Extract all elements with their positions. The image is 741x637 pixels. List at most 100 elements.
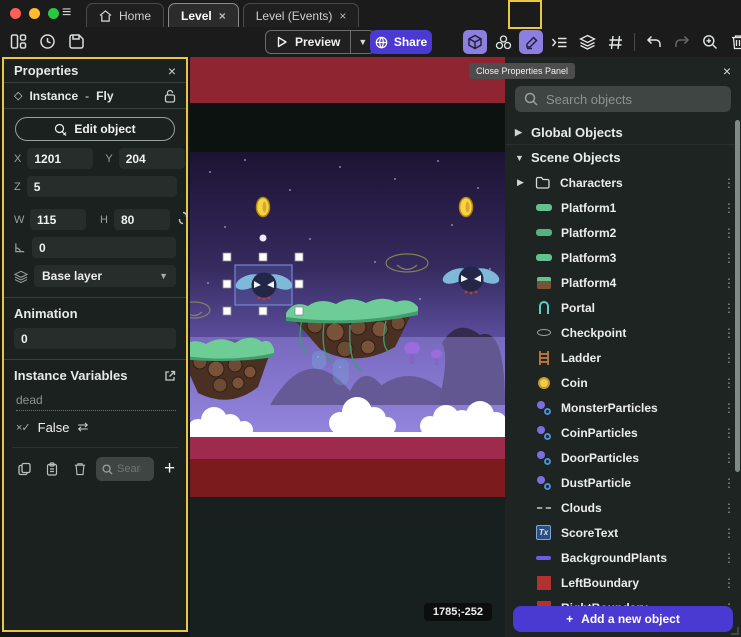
object-item-doorparticles[interactable]: DoorParticles ⋮ — [505, 445, 741, 470]
object-item-platform1[interactable]: Platform1 ⋮ — [505, 195, 741, 220]
z-input[interactable] — [27, 176, 177, 197]
trash-icon[interactable] — [726, 30, 741, 54]
object-item-clouds[interactable]: Clouds ⋮ — [505, 495, 741, 520]
item-menu-icon[interactable]: ⋮ — [723, 351, 735, 365]
panels-layout-icon[interactable] — [8, 31, 28, 51]
width-input[interactable] — [30, 209, 86, 230]
plants-thumbnail-icon — [535, 556, 552, 560]
object-item-ladder[interactable]: Ladder ⋮ — [505, 345, 741, 370]
preview-button[interactable]: Preview ▼ — [265, 30, 375, 54]
object-groups-icon[interactable] — [491, 30, 515, 54]
object-item-scoretext[interactable]: Tx ScoreText ⋮ — [505, 520, 741, 545]
tab-level[interactable]: Level × — [168, 3, 239, 27]
item-menu-icon[interactable]: ⋮ — [723, 201, 735, 215]
scene-objects-header[interactable]: ▼ Scene Objects — [505, 145, 741, 170]
layer-select[interactable]: Base layer ▼ — [34, 265, 176, 287]
delete-variable-icon[interactable] — [68, 458, 92, 480]
item-menu-icon[interactable]: ⋮ — [723, 501, 735, 515]
paste-icon[interactable] — [40, 458, 64, 480]
particles-thumbnail-icon — [535, 451, 552, 465]
item-menu-icon[interactable]: ⋮ — [723, 226, 735, 240]
globe-icon — [375, 36, 388, 49]
edit-object-button[interactable]: Edit object — [15, 117, 175, 141]
object-item-monsterparticles[interactable]: MonsterParticles ⋮ — [505, 395, 741, 420]
item-menu-icon[interactable]: ⋮ — [723, 526, 735, 540]
item-menu-icon[interactable]: ⋮ — [723, 451, 735, 465]
objects-search-input[interactable] — [546, 92, 722, 107]
home-icon — [99, 10, 112, 22]
variables-search[interactable] — [96, 457, 154, 481]
height-label: H — [100, 214, 108, 226]
layer-icon — [14, 270, 28, 283]
add-variable-icon[interactable]: + — [164, 458, 175, 480]
edit-properties-icon[interactable] — [519, 30, 543, 54]
item-menu-icon[interactable]: ⋮ — [723, 326, 735, 340]
object-item-platform2[interactable]: Platform2 ⋮ — [505, 220, 741, 245]
redo-icon[interactable] — [670, 30, 694, 54]
object-item-checkpoint[interactable]: Checkpoint ⋮ — [505, 320, 741, 345]
grid-icon[interactable] — [603, 30, 627, 54]
item-menu-icon[interactable]: ⋮ — [723, 476, 735, 490]
share-button[interactable]: Share — [370, 30, 432, 54]
menu-icon[interactable]: ≡ — [62, 5, 71, 21]
item-menu-icon[interactable]: ⋮ — [723, 426, 735, 440]
scene-canvas[interactable]: 1785;-252 — [190, 57, 505, 637]
close-window-button[interactable] — [10, 8, 21, 19]
object-item-dustparticle[interactable]: DustParticle ⋮ — [505, 470, 741, 495]
global-objects-header[interactable]: ▶ Global Objects — [505, 120, 741, 145]
add-new-object-button[interactable]: + Add a new object — [513, 606, 733, 632]
item-menu-icon[interactable]: ⋮ — [723, 551, 735, 565]
undo-icon[interactable] — [642, 30, 666, 54]
variables-search-input[interactable] — [117, 463, 141, 475]
item-menu-icon[interactable]: ⋮ — [723, 376, 735, 390]
maximize-window-button[interactable] — [48, 8, 59, 19]
object-item-characters[interactable]: ▶ Characters ⋮ — [505, 170, 741, 195]
toggle-value-icon[interactable]: ⇄ — [77, 419, 88, 435]
item-menu-icon[interactable]: ⋮ — [723, 576, 735, 590]
tab-close-icon[interactable]: × — [339, 9, 346, 23]
layers-icon[interactable] — [575, 30, 599, 54]
open-variables-icon[interactable] — [164, 370, 176, 382]
object-item-backgroundplants[interactable]: BackgroundPlants ⋮ — [505, 545, 741, 570]
item-menu-icon[interactable]: ⋮ — [723, 251, 735, 265]
properties-panel: Properties × ◇ Instance - Fly Edit objec… — [2, 57, 188, 632]
zoom-in-icon[interactable] — [698, 30, 722, 54]
tab-close-icon[interactable]: × — [219, 9, 226, 23]
resize-handle[interactable] — [731, 627, 739, 635]
object-item-platform3[interactable]: Platform3 ⋮ — [505, 245, 741, 270]
animation-input[interactable] — [14, 328, 176, 349]
add-new-object-label: Add a new object — [581, 612, 680, 626]
history-icon[interactable] — [37, 31, 57, 51]
y-input[interactable] — [119, 148, 185, 169]
item-menu-icon[interactable]: ⋮ — [723, 401, 735, 415]
bottom-boundary-band — [190, 459, 505, 497]
lock-ratio-icon[interactable] — [178, 211, 188, 228]
unlock-icon[interactable] — [164, 89, 176, 103]
variable-name[interactable]: dead — [16, 393, 176, 411]
3d-view-icon[interactable] — [463, 30, 487, 54]
objects-search[interactable] — [515, 86, 731, 112]
instances-list-icon[interactable] — [547, 30, 571, 54]
tab-level-events[interactable]: Level (Events) × — [243, 3, 360, 27]
close-properties-icon[interactable]: × — [168, 63, 176, 79]
item-menu-icon[interactable]: ⋮ — [723, 176, 735, 190]
item-menu-icon[interactable]: ⋮ — [723, 276, 735, 290]
object-item-platform4[interactable]: Platform4 ⋮ — [505, 270, 741, 295]
object-item-coin[interactable]: Coin ⋮ — [505, 370, 741, 395]
object-item-leftboundary[interactable]: LeftBoundary ⋮ — [505, 570, 741, 595]
save-icon[interactable] — [66, 31, 86, 51]
height-input[interactable] — [114, 209, 170, 230]
copy-icon[interactable] — [12, 458, 36, 480]
variable-value[interactable]: False — [38, 420, 70, 435]
minimize-window-button[interactable] — [29, 8, 40, 19]
objects-scrollbar[interactable] — [735, 120, 740, 472]
object-item-coinparticles[interactable]: CoinParticles ⋮ — [505, 420, 741, 445]
angle-input[interactable] — [32, 237, 176, 258]
width-label: W — [14, 214, 24, 226]
tab-home[interactable]: Home — [86, 3, 164, 27]
object-item-portal[interactable]: Portal ⋮ — [505, 295, 741, 320]
x-input[interactable] — [27, 148, 93, 169]
window-controls — [10, 8, 59, 19]
item-menu-icon[interactable]: ⋮ — [723, 301, 735, 315]
close-objects-panel-icon[interactable]: × — [723, 63, 731, 79]
